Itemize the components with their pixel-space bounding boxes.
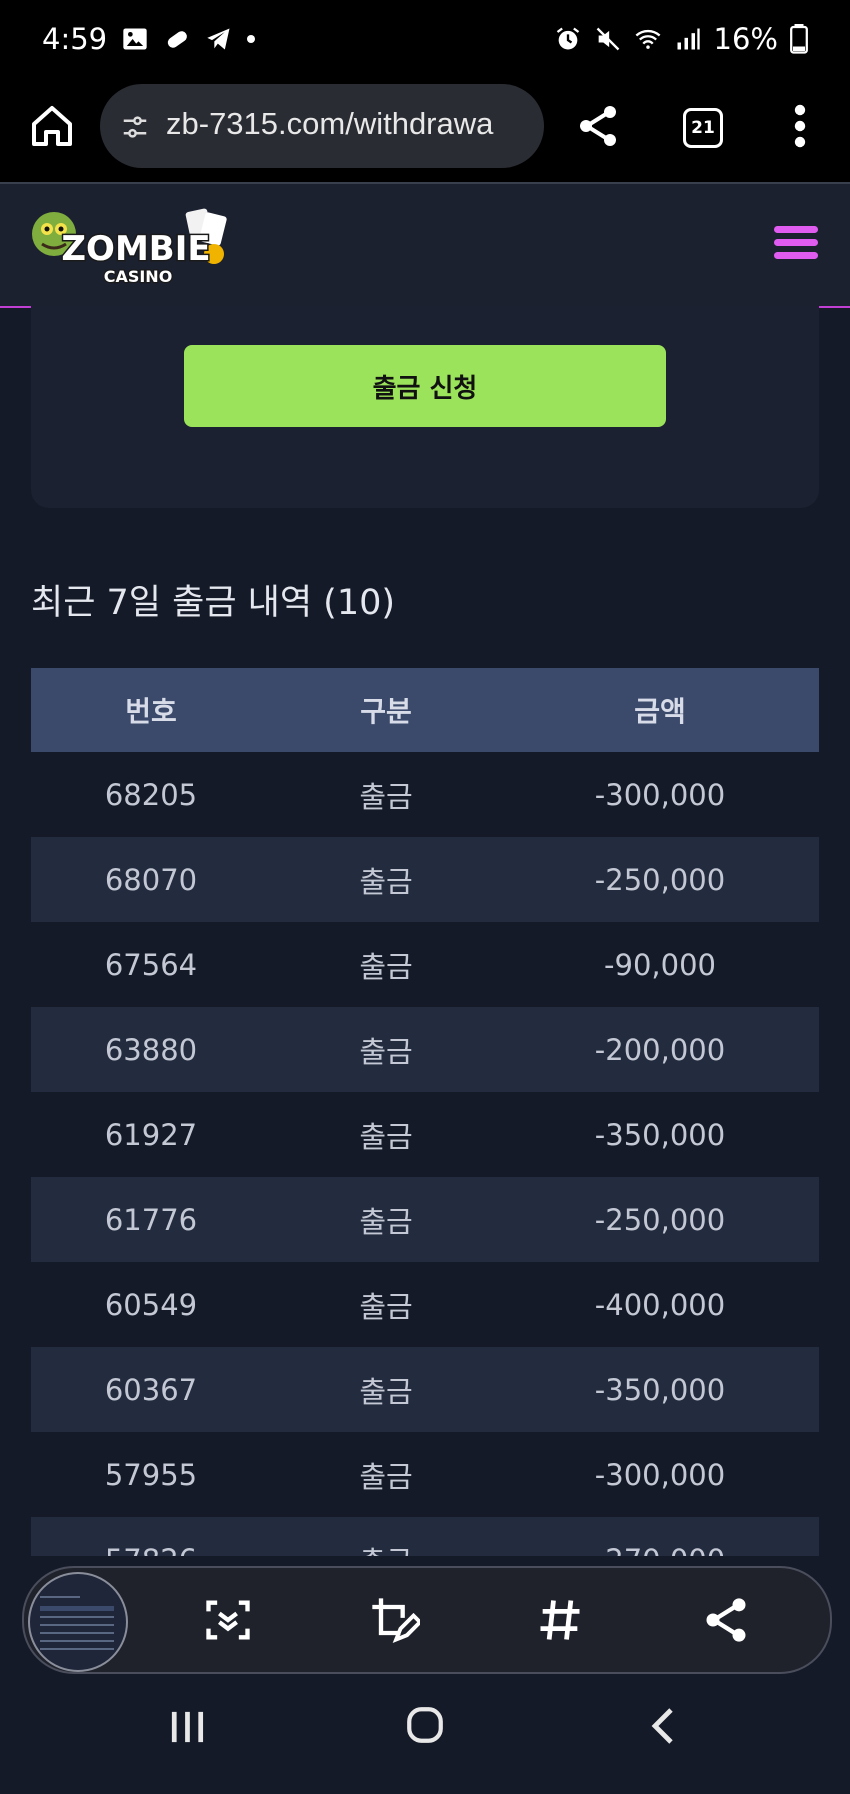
address-bar[interactable]: zb-7315.com/withdrawa xyxy=(100,84,544,168)
screenshot-thumbnail[interactable] xyxy=(28,1572,128,1672)
row-type: 출금 xyxy=(359,1034,413,1069)
row-amount: -400,000 xyxy=(594,1287,726,1322)
recents-icon[interactable] xyxy=(168,1710,206,1744)
column-header-type: 구분 xyxy=(360,695,412,728)
site-settings-icon[interactable] xyxy=(120,112,150,142)
row-type: 출금 xyxy=(359,949,413,984)
tab-count: 21 xyxy=(691,118,715,138)
alarm-icon xyxy=(556,27,579,50)
clock: 4:59 xyxy=(42,22,108,56)
status-bar: 4:59 16% xyxy=(0,0,850,80)
system-nav-bar xyxy=(0,1676,850,1794)
row-number: 57955 xyxy=(104,1457,198,1492)
row-type: 출금 xyxy=(359,1374,413,1409)
zombie-casino-logo[interactable]: ZOMBIE CASINO xyxy=(28,202,238,292)
row-amount: -300,000 xyxy=(594,1457,726,1492)
row-number: 61927 xyxy=(104,1117,198,1152)
home-icon[interactable] xyxy=(28,102,76,150)
table-row: 68070 출금 -250,000 xyxy=(31,837,819,922)
table-row: 61927 출금 -350,000 xyxy=(31,1092,819,1177)
row-type: 출금 xyxy=(359,1459,413,1494)
table-row: 60549 출금 -400,000 xyxy=(31,1262,819,1347)
battery-icon xyxy=(790,24,808,54)
telegram-icon xyxy=(207,28,230,50)
row-amount: -90,000 xyxy=(604,947,716,982)
table-row: 61776 출금 -250,000 xyxy=(31,1177,819,1262)
signal-icon xyxy=(677,28,700,50)
browser-toolbar: zb-7315.com/withdrawa 21 xyxy=(0,80,850,184)
more-options-icon[interactable] xyxy=(790,102,810,150)
row-amount: -350,000 xyxy=(594,1372,726,1407)
hamburger-menu-icon[interactable] xyxy=(774,226,818,262)
row-amount: -300,000 xyxy=(594,777,726,812)
table-row: 63880 출금 -200,000 xyxy=(31,1007,819,1092)
pill-icon xyxy=(167,31,188,48)
home-icon[interactable] xyxy=(404,1704,446,1746)
row-type: 출금 xyxy=(359,1289,413,1324)
battery-percent: 16% xyxy=(713,22,778,56)
row-number: 68070 xyxy=(104,862,198,897)
row-number: 60549 xyxy=(104,1287,198,1322)
row-number: 68205 xyxy=(104,777,198,812)
history-title: 최근 7일 출금 내역 (10) xyxy=(31,583,396,623)
table-row: 60367 출금 -350,000 xyxy=(31,1347,819,1432)
row-type: 출금 xyxy=(359,1204,413,1239)
dot-icon xyxy=(247,35,256,43)
row-type: 출금 xyxy=(359,779,413,814)
url-text[interactable]: zb-7315.com/withdrawa xyxy=(166,106,493,142)
table-header: 번호 구분 금액 xyxy=(31,668,819,752)
gallery-icon xyxy=(123,28,147,50)
column-header-amount: 금액 xyxy=(634,695,686,728)
edit-crop-icon[interactable] xyxy=(368,1594,420,1646)
column-header-number: 번호 xyxy=(125,695,177,728)
withdraw-request-button[interactable]: 출금 신청 xyxy=(184,345,666,427)
scan-text-icon[interactable] xyxy=(202,1594,254,1646)
row-number: 67564 xyxy=(104,947,198,982)
row-amount: -250,000 xyxy=(594,1202,726,1237)
hashtag-icon[interactable] xyxy=(534,1594,586,1646)
screenshot-toolbar xyxy=(22,1566,832,1674)
table-row: 57955 출금 -300,000 xyxy=(31,1432,819,1517)
row-number: 61776 xyxy=(104,1202,198,1237)
row-type: 출금 xyxy=(359,864,413,899)
table-row: 67564 출금 -90,000 xyxy=(31,922,819,1007)
share-icon[interactable] xyxy=(700,1594,752,1646)
row-number: 60367 xyxy=(104,1372,198,1407)
row-amount: -200,000 xyxy=(594,1032,726,1067)
row-amount: -250,000 xyxy=(594,862,726,897)
logo-subtext: CASINO xyxy=(104,267,173,286)
row-number: 63880 xyxy=(104,1032,198,1067)
mute-icon xyxy=(596,27,619,51)
logo-text: ZOMBIE xyxy=(61,229,210,269)
site-header: ZOMBIE CASINO xyxy=(0,184,850,308)
share-icon[interactable] xyxy=(574,102,622,150)
table-row: 68205 출금 -300,000 xyxy=(31,752,819,837)
row-amount: -350,000 xyxy=(594,1117,726,1152)
wifi-icon xyxy=(635,29,660,49)
withdraw-history-table: 번호 구분 금액 68205 출금 -300,000 68070 출금 -250… xyxy=(31,668,819,1602)
row-type: 출금 xyxy=(359,1119,413,1154)
back-icon[interactable] xyxy=(648,1706,678,1746)
tab-switcher-button[interactable]: 21 xyxy=(683,108,723,148)
